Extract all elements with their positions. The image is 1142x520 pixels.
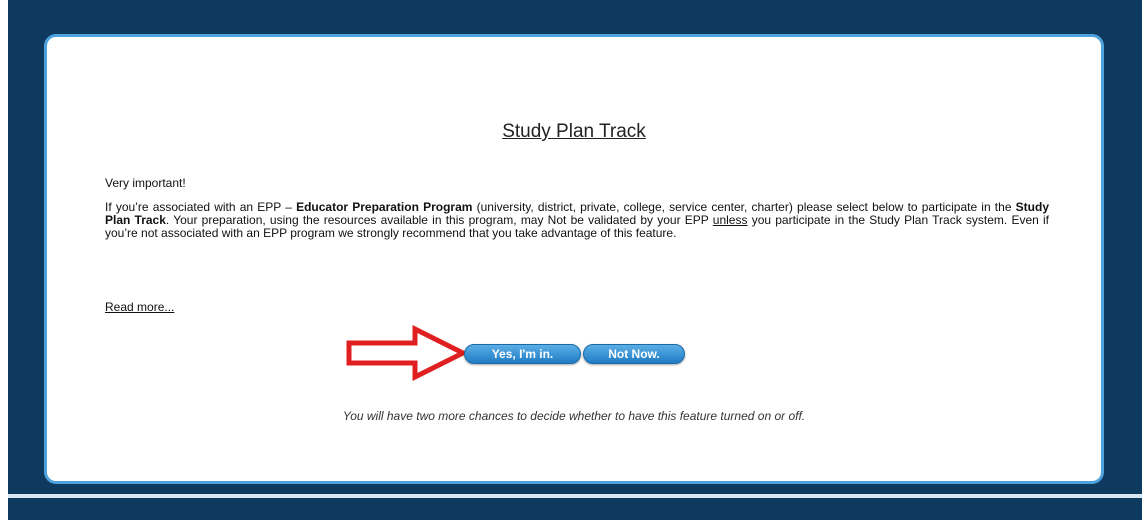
bottom-divider (8, 494, 1142, 498)
study-plan-dialog: Study Plan Track Very important! If you’… (44, 34, 1104, 484)
paragraph-underlined-unless: unless (712, 213, 748, 227)
paragraph-text-3: . Your preparation, using the resources … (165, 213, 713, 227)
arrow-right-icon (346, 325, 467, 381)
intro-text: Very important! (105, 176, 186, 190)
paragraph-text-2: (university, district, private, college,… (472, 200, 1016, 214)
paragraph-bold-program: Educator Preparation Program (296, 200, 473, 214)
not-now-button[interactable]: Not Now. (583, 344, 685, 364)
dialog-title: Study Plan Track (502, 121, 646, 142)
read-more-link[interactable]: Read more... (105, 300, 174, 314)
yes-im-in-button[interactable]: Yes, I'm in. (464, 344, 581, 364)
description-paragraph: If you’re associated with an EPP – Educa… (105, 201, 1049, 240)
paragraph-text-1: If you’re associated with an EPP – (105, 200, 297, 214)
decision-note: You will have two more chances to decide… (342, 409, 806, 423)
